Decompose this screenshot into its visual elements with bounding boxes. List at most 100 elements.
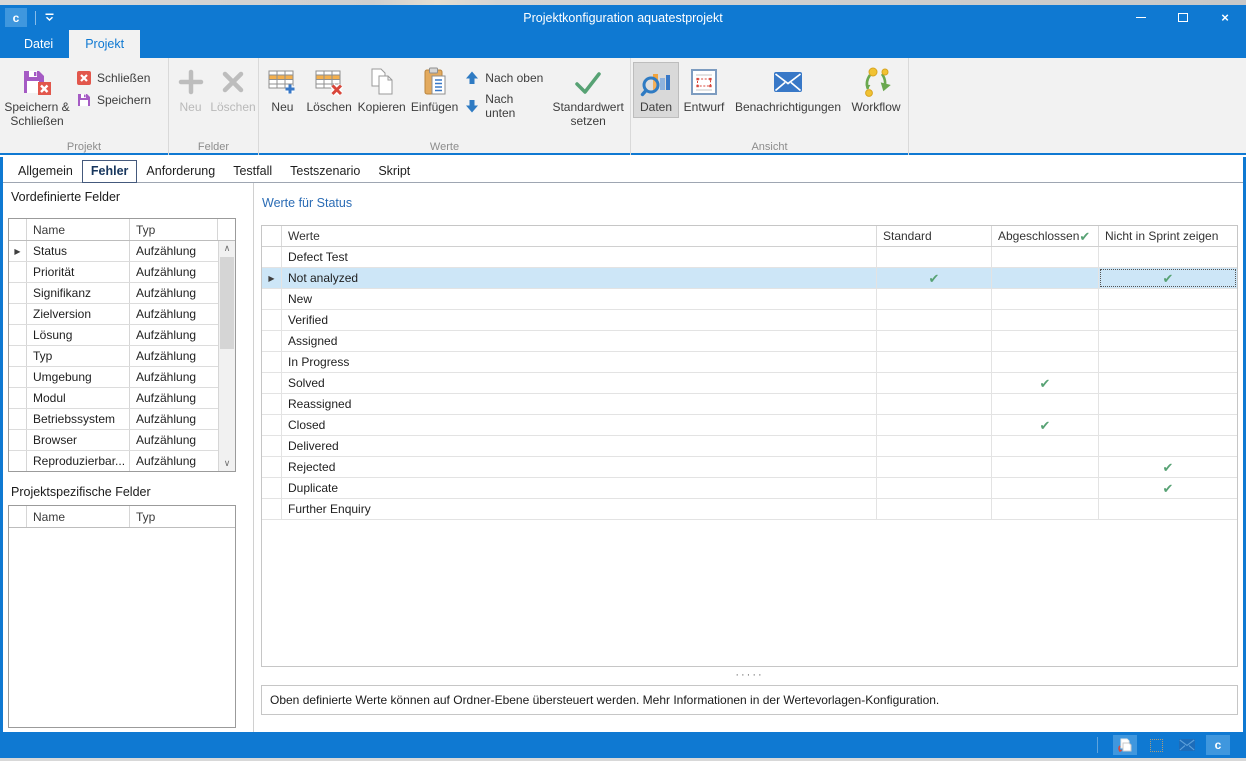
abgeschlossen-cell[interactable] (992, 310, 1099, 330)
table-row[interactable]: Rejected ✔ (262, 457, 1237, 478)
scroll-up-icon[interactable]: ∧ (219, 241, 235, 256)
table-row[interactable]: New (262, 289, 1237, 310)
value-name-cell[interactable]: Not analyzed (282, 268, 877, 288)
table-row[interactable]: Defect Test (262, 247, 1237, 268)
abgeschlossen-cell[interactable] (992, 247, 1099, 267)
name-column-header[interactable]: Name (27, 506, 130, 527)
abgeschlossen-cell[interactable]: ✔ (992, 373, 1099, 393)
field-name-cell[interactable]: Umgebung (27, 367, 130, 387)
value-name-cell[interactable]: Assigned (282, 331, 877, 351)
table-row[interactable]: Verified (262, 310, 1237, 331)
tab-anforderung[interactable]: Anforderung (137, 160, 224, 182)
field-name-cell[interactable]: Status (27, 241, 130, 261)
field-typ-cell[interactable]: Aufzählung (130, 367, 218, 387)
maximize-button[interactable] (1162, 5, 1204, 30)
field-typ-cell[interactable]: Aufzählung (130, 346, 218, 366)
scroll-down-icon[interactable]: ∨ (219, 456, 235, 471)
abgeschlossen-cell[interactable] (992, 331, 1099, 351)
table-row[interactable]: ZielversionAufzählung (9, 304, 218, 325)
value-name-cell[interactable]: Further Enquiry (282, 499, 877, 519)
standard-cell[interactable] (877, 499, 992, 519)
field-typ-cell[interactable]: Aufzählung (130, 304, 218, 324)
selection-status-icon[interactable] (1144, 735, 1168, 755)
table-row[interactable]: BrowserAufzählung (9, 430, 218, 451)
table-row[interactable]: Reproduzierbar...Aufzählung (9, 451, 218, 471)
standard-cell[interactable] (877, 394, 992, 414)
mail-status-icon[interactable] (1175, 735, 1199, 755)
field-name-cell[interactable]: Priorität (27, 262, 130, 282)
standard-cell[interactable] (877, 478, 992, 498)
close-button[interactable]: × (1204, 5, 1246, 30)
ribbon-tab-datei[interactable]: Datei (8, 30, 69, 58)
abgeschlossen-cell[interactable] (992, 394, 1099, 414)
table-row[interactable]: BetriebssystemAufzählung (9, 409, 218, 430)
abgeschlossen-cell[interactable] (992, 478, 1099, 498)
field-typ-cell[interactable]: Aufzählung (130, 451, 218, 471)
table-row[interactable]: ModulAufzählung (9, 388, 218, 409)
field-name-cell[interactable]: Reproduzierbar... (27, 451, 130, 471)
tab-testfall[interactable]: Testfall (224, 160, 281, 182)
abgeschlossen-cell[interactable] (992, 499, 1099, 519)
table-row[interactable]: Further Enquiry (262, 499, 1237, 520)
table-row[interactable]: Solved ✔ (262, 373, 1237, 394)
table-row[interactable]: ▶Not analyzed✔✔ (262, 268, 1237, 289)
name-column-header[interactable]: Name (27, 219, 130, 240)
neu-wert-button[interactable]: Neu (261, 62, 304, 118)
field-typ-cell[interactable]: Aufzählung (130, 262, 218, 282)
standard-cell[interactable] (877, 310, 992, 330)
nicht-in-sprint-column-header[interactable]: Nicht in Sprint zeigen (1099, 226, 1237, 246)
loeschen-wert-button[interactable]: Löschen (304, 62, 355, 118)
vertical-scrollbar[interactable]: ∧ ∨ (218, 241, 235, 471)
standard-cell[interactable] (877, 247, 992, 267)
value-name-cell[interactable]: In Progress (282, 352, 877, 372)
tab-skript[interactable]: Skript (369, 160, 419, 182)
benachrichtigungen-button[interactable]: Benachrichtigungen (729, 62, 847, 118)
standardwert-setzen-button[interactable]: Standardwert setzen (548, 62, 628, 132)
value-name-cell[interactable]: Rejected (282, 457, 877, 477)
abgeschlossen-cell[interactable] (992, 457, 1099, 477)
workflow-button[interactable]: Workflow (847, 62, 905, 118)
field-typ-cell[interactable]: Aufzählung (130, 325, 218, 345)
nach-unten-button[interactable]: Nach unten (464, 92, 544, 120)
nicht-in-sprint-cell[interactable] (1099, 373, 1237, 393)
splitter-handle[interactable]: ····· (259, 670, 1240, 680)
table-row[interactable]: SignifikanzAufzählung (9, 283, 218, 304)
table-row[interactable]: Assigned (262, 331, 1237, 352)
field-name-cell[interactable]: Browser (27, 430, 130, 450)
field-name-cell[interactable]: Typ (27, 346, 130, 366)
daten-button[interactable]: Daten (633, 62, 679, 118)
minimize-button[interactable] (1120, 5, 1162, 30)
kopieren-button[interactable]: Kopieren (354, 62, 408, 118)
field-typ-cell[interactable]: Aufzählung (130, 388, 218, 408)
quick-access-dropdown-icon[interactable] (44, 12, 55, 23)
standard-cell[interactable] (877, 373, 992, 393)
scrollbar-thumb[interactable] (220, 257, 234, 349)
abgeschlossen-cell[interactable] (992, 436, 1099, 456)
nicht-in-sprint-cell[interactable] (1099, 415, 1237, 435)
field-typ-cell[interactable]: Aufzählung (130, 241, 218, 261)
table-row[interactable]: Closed✔ (262, 415, 1237, 436)
field-name-cell[interactable]: Zielversion (27, 304, 130, 324)
standard-cell[interactable] (877, 457, 992, 477)
field-name-cell[interactable]: Modul (27, 388, 130, 408)
copy-status-icon[interactable] (1113, 735, 1137, 755)
table-row[interactable]: Delivered (262, 436, 1237, 457)
einfuegen-button[interactable]: Einfügen (409, 62, 460, 118)
nicht-in-sprint-cell[interactable]: ✔ (1099, 457, 1237, 477)
table-row[interactable]: Duplicate✔ (262, 478, 1237, 499)
ribbon-tab-projekt[interactable]: Projekt (69, 30, 140, 58)
nicht-in-sprint-cell[interactable] (1099, 310, 1237, 330)
standard-cell[interactable] (877, 436, 992, 456)
field-typ-cell[interactable]: Aufzählung (130, 283, 218, 303)
app-logo-status-icon[interactable]: c (1206, 735, 1230, 755)
tab-fehler[interactable]: Fehler (82, 160, 138, 183)
nicht-in-sprint-cell[interactable] (1099, 394, 1237, 414)
value-name-cell[interactable]: Defect Test (282, 247, 877, 267)
standard-cell[interactable] (877, 415, 992, 435)
tab-testszenario[interactable]: Testszenario (281, 160, 369, 182)
table-row[interactable]: In Progress (262, 352, 1237, 373)
value-name-cell[interactable]: Solved (282, 373, 877, 393)
value-name-cell[interactable]: Duplicate (282, 478, 877, 498)
schliessen-button[interactable]: Schließen (76, 70, 151, 86)
nicht-in-sprint-cell[interactable]: ✔ (1099, 268, 1237, 288)
